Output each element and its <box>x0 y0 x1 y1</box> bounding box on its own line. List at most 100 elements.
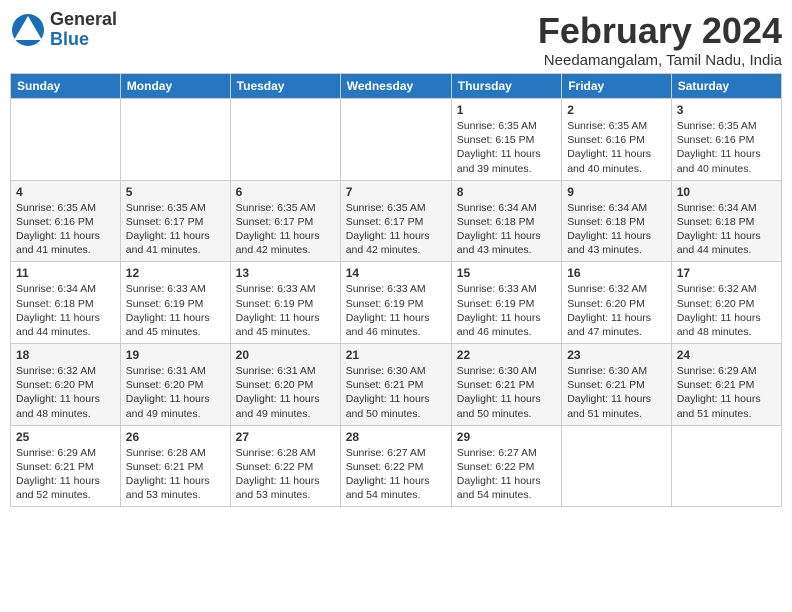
header-thursday: Thursday <box>451 74 561 99</box>
day-info: Sunrise: 6:32 AM Sunset: 6:20 PM Dayligh… <box>16 364 115 421</box>
day-number: 19 <box>126 348 225 362</box>
calendar-cell: 12 Sunrise: 6:33 AM Sunset: 6:19 PM Dayli… <box>120 262 230 344</box>
page-header: General Blue February 2024 Needamangalam… <box>10 10 782 69</box>
day-number: 6 <box>236 185 335 199</box>
header-wednesday: Wednesday <box>340 74 451 99</box>
header-monday: Monday <box>120 74 230 99</box>
day-number: 12 <box>126 266 225 280</box>
day-number: 21 <box>346 348 446 362</box>
calendar-week-4: 25 Sunrise: 6:29 AM Sunset: 6:21 PM Dayli… <box>11 425 782 507</box>
day-info: Sunrise: 6:32 AM Sunset: 6:20 PM Dayligh… <box>677 282 776 339</box>
calendar-cell: 7 Sunrise: 6:35 AM Sunset: 6:17 PM Daylig… <box>340 180 451 262</box>
day-info: Sunrise: 6:27 AM Sunset: 6:22 PM Dayligh… <box>457 446 556 503</box>
day-info: Sunrise: 6:30 AM Sunset: 6:21 PM Dayligh… <box>567 364 666 421</box>
day-number: 22 <box>457 348 556 362</box>
day-info: Sunrise: 6:29 AM Sunset: 6:21 PM Dayligh… <box>16 446 115 503</box>
day-info: Sunrise: 6:35 AM Sunset: 6:16 PM Dayligh… <box>677 119 776 176</box>
calendar-cell: 3 Sunrise: 6:35 AM Sunset: 6:16 PM Daylig… <box>671 99 781 181</box>
day-number: 9 <box>567 185 666 199</box>
calendar-cell: 4 Sunrise: 6:35 AM Sunset: 6:16 PM Daylig… <box>11 180 121 262</box>
day-number: 7 <box>346 185 446 199</box>
day-number: 2 <box>567 103 666 117</box>
day-info: Sunrise: 6:32 AM Sunset: 6:20 PM Dayligh… <box>567 282 666 339</box>
calendar-cell: 20 Sunrise: 6:31 AM Sunset: 6:20 PM Dayli… <box>230 344 340 426</box>
day-info: Sunrise: 6:35 AM Sunset: 6:17 PM Dayligh… <box>126 201 225 258</box>
day-number: 28 <box>346 430 446 444</box>
calendar-cell: 24Sunrise: 6:29 AM Sunset: 6:21 PM Dayli… <box>671 344 781 426</box>
day-info: Sunrise: 6:31 AM Sunset: 6:20 PM Dayligh… <box>126 364 225 421</box>
day-number: 25 <box>16 430 115 444</box>
calendar-cell <box>230 99 340 181</box>
day-number: 1 <box>457 103 556 117</box>
month-title: February 2024 <box>538 10 782 52</box>
calendar-cell: 26 Sunrise: 6:28 AM Sunset: 6:21 PM Dayli… <box>120 425 230 507</box>
calendar-cell: 8 Sunrise: 6:34 AM Sunset: 6:18 PM Daylig… <box>451 180 561 262</box>
calendar-cell: 21 Sunrise: 6:30 AM Sunset: 6:21 PM Dayli… <box>340 344 451 426</box>
day-number: 13 <box>236 266 335 280</box>
calendar-cell: 29Sunrise: 6:27 AM Sunset: 6:22 PM Dayli… <box>451 425 561 507</box>
day-info: Sunrise: 6:30 AM Sunset: 6:21 PM Dayligh… <box>457 364 556 421</box>
day-info: Sunrise: 6:34 AM Sunset: 6:18 PM Dayligh… <box>567 201 666 258</box>
day-number: 17 <box>677 266 776 280</box>
logo-general: General <box>50 9 117 29</box>
calendar-cell: 25 Sunrise: 6:29 AM Sunset: 6:21 PM Dayli… <box>11 425 121 507</box>
calendar-table: SundayMondayTuesdayWednesdayThursdayFrid… <box>10 73 782 507</box>
day-number: 8 <box>457 185 556 199</box>
calendar-cell: 16 Sunrise: 6:32 AM Sunset: 6:20 PM Dayli… <box>562 262 672 344</box>
day-info: Sunrise: 6:33 AM Sunset: 6:19 PM Dayligh… <box>457 282 556 339</box>
day-info: Sunrise: 6:33 AM Sunset: 6:19 PM Dayligh… <box>236 282 335 339</box>
day-number: 27 <box>236 430 335 444</box>
day-number: 24 <box>677 348 776 362</box>
calendar-cell: 5 Sunrise: 6:35 AM Sunset: 6:17 PM Daylig… <box>120 180 230 262</box>
calendar-cell <box>11 99 121 181</box>
calendar-cell <box>671 425 781 507</box>
day-number: 4 <box>16 185 115 199</box>
calendar-cell: 1Sunrise: 6:35 AM Sunset: 6:15 PM Daylig… <box>451 99 561 181</box>
day-info: Sunrise: 6:33 AM Sunset: 6:19 PM Dayligh… <box>346 282 446 339</box>
day-number: 15 <box>457 266 556 280</box>
calendar-week-0: 1Sunrise: 6:35 AM Sunset: 6:15 PM Daylig… <box>11 99 782 181</box>
day-number: 11 <box>16 266 115 280</box>
day-info: Sunrise: 6:35 AM Sunset: 6:16 PM Dayligh… <box>567 119 666 176</box>
logo-icon <box>10 12 46 48</box>
day-info: Sunrise: 6:34 AM Sunset: 6:18 PM Dayligh… <box>677 201 776 258</box>
title-area: February 2024 Needamangalam, Tamil Nadu,… <box>538 10 782 69</box>
location-subtitle: Needamangalam, Tamil Nadu, India <box>538 52 782 69</box>
day-number: 20 <box>236 348 335 362</box>
calendar-cell: 28Sunrise: 6:27 AM Sunset: 6:22 PM Dayli… <box>340 425 451 507</box>
day-info: Sunrise: 6:35 AM Sunset: 6:17 PM Dayligh… <box>346 201 446 258</box>
day-number: 10 <box>677 185 776 199</box>
day-info: Sunrise: 6:34 AM Sunset: 6:18 PM Dayligh… <box>16 282 115 339</box>
logo-text: General Blue <box>50 10 117 50</box>
day-number: 16 <box>567 266 666 280</box>
day-number: 3 <box>677 103 776 117</box>
day-info: Sunrise: 6:28 AM Sunset: 6:21 PM Dayligh… <box>126 446 225 503</box>
day-info: Sunrise: 6:34 AM Sunset: 6:18 PM Dayligh… <box>457 201 556 258</box>
calendar-cell <box>340 99 451 181</box>
calendar-header-row: SundayMondayTuesdayWednesdayThursdayFrid… <box>11 74 782 99</box>
calendar-week-2: 11 Sunrise: 6:34 AM Sunset: 6:18 PM Dayli… <box>11 262 782 344</box>
calendar-cell: 10 Sunrise: 6:34 AM Sunset: 6:18 PM Dayli… <box>671 180 781 262</box>
calendar-cell: 6 Sunrise: 6:35 AM Sunset: 6:17 PM Daylig… <box>230 180 340 262</box>
day-info: Sunrise: 6:35 AM Sunset: 6:17 PM Dayligh… <box>236 201 335 258</box>
logo: General Blue <box>10 10 117 50</box>
calendar-cell: 14Sunrise: 6:33 AM Sunset: 6:19 PM Dayli… <box>340 262 451 344</box>
day-number: 26 <box>126 430 225 444</box>
day-info: Sunrise: 6:35 AM Sunset: 6:16 PM Dayligh… <box>16 201 115 258</box>
calendar-cell: 27 Sunrise: 6:28 AM Sunset: 6:22 PM Dayli… <box>230 425 340 507</box>
calendar-cell <box>120 99 230 181</box>
calendar-cell: 9 Sunrise: 6:34 AM Sunset: 6:18 PM Daylig… <box>562 180 672 262</box>
day-number: 5 <box>126 185 225 199</box>
calendar-cell: 15 Sunrise: 6:33 AM Sunset: 6:19 PM Dayli… <box>451 262 561 344</box>
calendar-week-3: 18 Sunrise: 6:32 AM Sunset: 6:20 PM Dayli… <box>11 344 782 426</box>
day-info: Sunrise: 6:30 AM Sunset: 6:21 PM Dayligh… <box>346 364 446 421</box>
calendar-cell: 13 Sunrise: 6:33 AM Sunset: 6:19 PM Dayli… <box>230 262 340 344</box>
calendar-cell: 11 Sunrise: 6:34 AM Sunset: 6:18 PM Dayli… <box>11 262 121 344</box>
day-info: Sunrise: 6:28 AM Sunset: 6:22 PM Dayligh… <box>236 446 335 503</box>
header-friday: Friday <box>562 74 672 99</box>
day-info: Sunrise: 6:33 AM Sunset: 6:19 PM Dayligh… <box>126 282 225 339</box>
day-number: 18 <box>16 348 115 362</box>
calendar-week-1: 4 Sunrise: 6:35 AM Sunset: 6:16 PM Daylig… <box>11 180 782 262</box>
day-info: Sunrise: 6:31 AM Sunset: 6:20 PM Dayligh… <box>236 364 335 421</box>
calendar-cell: 18 Sunrise: 6:32 AM Sunset: 6:20 PM Dayli… <box>11 344 121 426</box>
